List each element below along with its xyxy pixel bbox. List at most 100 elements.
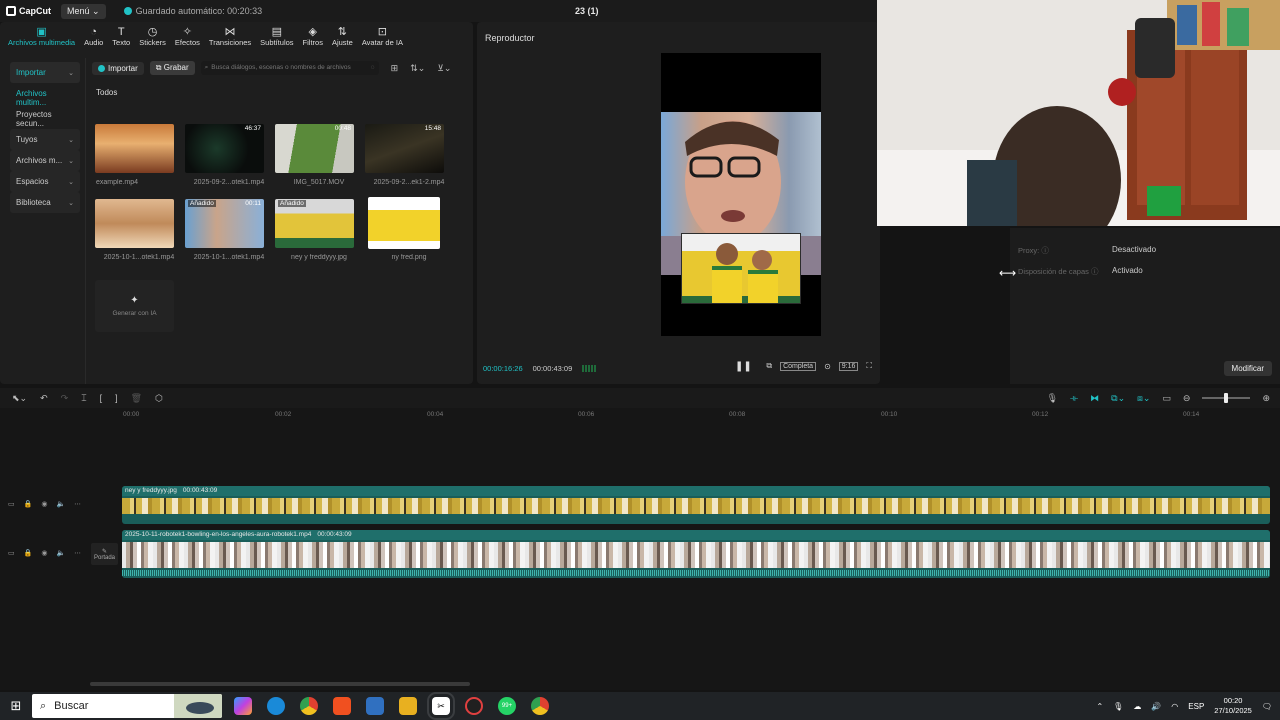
- notification-icon[interactable]: 🗨: [1262, 702, 1272, 711]
- media-item[interactable]: Añadido 00:11 2025-10-1...otek1.mp4: [184, 199, 274, 274]
- ratio-button[interactable]: 9:16: [838, 361, 859, 371]
- overlay-clip[interactable]: ney y freddyyy.jpg 00:00:43:09: [122, 486, 1270, 524]
- media-item[interactable]: Añadido ney y freddyyy.jpg: [274, 199, 364, 274]
- sidebar-item-library[interactable]: Biblioteca ⌄: [10, 192, 80, 213]
- menu-button[interactable]: Menú ⌄: [61, 3, 106, 19]
- pause-button[interactable]: ❚❚: [735, 361, 752, 372]
- select-tool-icon[interactable]: ⬉⌄: [12, 393, 27, 404]
- quality-button[interactable]: Completa: [780, 361, 817, 371]
- clock[interactable]: 00:20 27/10/2025: [1214, 696, 1252, 716]
- taskbar-search-input[interactable]: ⌕ Buscar: [32, 694, 222, 718]
- file-explorer-icon[interactable]: [399, 697, 417, 715]
- project-title[interactable]: 23 (1): [575, 6, 599, 16]
- media-item[interactable]: 46:37 2025-09-2...otek1.mp4: [184, 124, 274, 199]
- media-item[interactable]: example.mp4: [94, 124, 184, 199]
- media-item[interactable]: 15:48 2025-09-2...ek1-2.mp4: [364, 124, 454, 199]
- time-ruler[interactable]: 00:00 00:02 00:04 00:06 00:08 00:10 00:1…: [88, 408, 1280, 420]
- lock-icon[interactable]: 🔒: [24, 549, 33, 557]
- chrome-2-icon[interactable]: [531, 697, 549, 715]
- tab-subtitles[interactable]: ▤ Subtítulos: [256, 26, 297, 52]
- tab-media[interactable]: ▣ Archivos multimedia: [4, 26, 79, 52]
- proxy-value[interactable]: Desactivado: [1112, 245, 1156, 256]
- track-thumb-icon[interactable]: ▭: [8, 500, 15, 508]
- layer-icon[interactable]: ⧉: [766, 361, 772, 371]
- timeline-scrollbar[interactable]: [90, 682, 470, 686]
- tab-stickers[interactable]: ◷ Stickers: [135, 26, 170, 52]
- windows-start-icon[interactable]: ⊞: [0, 698, 32, 714]
- copilot-icon[interactable]: [234, 697, 252, 715]
- modify-button[interactable]: Modificar: [1223, 361, 1272, 376]
- sort-icon[interactable]: ⇅⌄: [410, 63, 425, 74]
- player-panel: Reproductor 00:00:16:26 00:00:43:09 ❚❚ ⧉…: [477, 22, 880, 384]
- tab-effects[interactable]: ✧ Efectos: [171, 26, 204, 52]
- volume-icon[interactable]: 🔈: [56, 549, 65, 557]
- import-button[interactable]: Importar: [92, 61, 144, 75]
- trim-left-icon[interactable]: [: [100, 393, 103, 404]
- language-indicator[interactable]: ESP: [1188, 702, 1204, 711]
- tab-filters[interactable]: ◈ Filtros: [299, 26, 327, 52]
- cover-button[interactable]: ✎ Portada: [91, 543, 118, 565]
- sidebar-item-secondary-projects[interactable]: Proyectos secun...: [10, 108, 80, 129]
- cloud-icon[interactable]: ☁: [1133, 702, 1141, 711]
- media-item[interactable]: 2025-10-1...otek1.mp4: [94, 199, 184, 274]
- delete-icon[interactable]: 🗑: [131, 393, 142, 404]
- magnet-icon[interactable]: ⟛: [1070, 393, 1078, 404]
- split-icon[interactable]: ⌶: [81, 393, 86, 404]
- filter-icon[interactable]: ⊻⌄: [437, 63, 451, 74]
- track-thumb-icon[interactable]: ▭: [8, 549, 15, 557]
- eye-icon[interactable]: ◉: [41, 549, 47, 557]
- trim-right-icon[interactable]: ]: [115, 393, 118, 404]
- tab-text[interactable]: T Texto: [108, 26, 134, 52]
- generate-ai-button[interactable]: ✦ Generar con IA: [95, 280, 174, 332]
- media-item[interactable]: 00:48 IMG_5017.MOV: [274, 124, 364, 199]
- capcut-taskbar-icon[interactable]: ✂: [427, 692, 455, 720]
- speaker-icon[interactable]: 🔊: [1151, 702, 1161, 711]
- undo-icon[interactable]: ↶: [40, 393, 48, 404]
- volume-icon[interactable]: 🔈: [56, 500, 65, 508]
- sidebar-item-media-files-2[interactable]: Archivos m... ⌄: [10, 150, 80, 171]
- brave-icon[interactable]: [333, 697, 351, 715]
- snap-icon[interactable]: ⧈⌄: [1137, 393, 1150, 404]
- main-video-clip[interactable]: 2025-10-11-robotek1-bowling-en-los-angel…: [122, 530, 1270, 578]
- tab-audio[interactable]: ◔ Audio: [80, 26, 107, 52]
- sidebar-item-spaces[interactable]: Espacios ⌄: [10, 171, 80, 192]
- more-icon[interactable]: ⋯: [74, 549, 81, 557]
- microphone-icon[interactable]: 🎙: [1113, 702, 1123, 711]
- sidebar-item-media-files[interactable]: Archivos multim...: [10, 87, 80, 108]
- wifi-icon[interactable]: ◠: [1171, 702, 1178, 711]
- tab-transitions[interactable]: ⋈ Transiciones: [205, 26, 255, 52]
- screenshot-icon[interactable]: ⊙: [824, 362, 831, 371]
- eye-icon[interactable]: ◉: [41, 500, 47, 508]
- obs-icon[interactable]: [465, 697, 483, 715]
- chrome-icon[interactable]: [300, 697, 318, 715]
- sidebar-item-import[interactable]: Importar ⌄: [10, 62, 80, 83]
- grid-view-icon[interactable]: ⊞: [391, 63, 399, 74]
- edge-icon[interactable]: [267, 697, 285, 715]
- fullscreen-icon[interactable]: ⛶: [866, 361, 872, 371]
- link-icon[interactable]: ⧓: [1090, 393, 1099, 404]
- calculator-icon[interactable]: [366, 697, 384, 715]
- zoom-out-icon[interactable]: ⊖: [1183, 393, 1191, 404]
- overlay-image[interactable]: [681, 233, 801, 304]
- chevron-up-icon[interactable]: ⌃: [1096, 702, 1103, 711]
- preview-axis-icon[interactable]: ⧉⌄: [1111, 393, 1125, 404]
- media-item[interactable]: ny fred.png: [364, 197, 454, 274]
- layers-value[interactable]: Activado: [1112, 266, 1143, 277]
- whatsapp-icon[interactable]: 99+: [498, 697, 516, 715]
- microphone-icon[interactable]: 🎙: [1047, 393, 1058, 404]
- zoom-slider-knob[interactable]: [1224, 393, 1229, 403]
- tab-adjust[interactable]: ⇅ Ajuste: [328, 26, 357, 52]
- caption-icon[interactable]: ▭: [1162, 393, 1171, 404]
- marker-icon[interactable]: ⬡: [155, 393, 163, 404]
- sidebar-item-yours[interactable]: Tuyos ⌄: [10, 129, 80, 150]
- video-preview[interactable]: [661, 53, 821, 336]
- record-button[interactable]: ⧉ Grabar: [149, 61, 195, 75]
- redo-icon[interactable]: ↷: [61, 393, 69, 404]
- media-search-input[interactable]: ⌕ Busca diálogos, escenas o nombres de ar…: [200, 61, 379, 75]
- tab-ai-avatar[interactable]: ⊡ Avatar de IA: [358, 26, 407, 52]
- more-icon[interactable]: ⋯: [74, 500, 81, 508]
- refresh-icon[interactable]: ◌: [371, 64, 375, 72]
- lock-icon[interactable]: 🔒: [24, 500, 33, 508]
- zoom-slider[interactable]: [1202, 393, 1251, 403]
- zoom-in-icon[interactable]: ⊕: [1262, 393, 1270, 404]
